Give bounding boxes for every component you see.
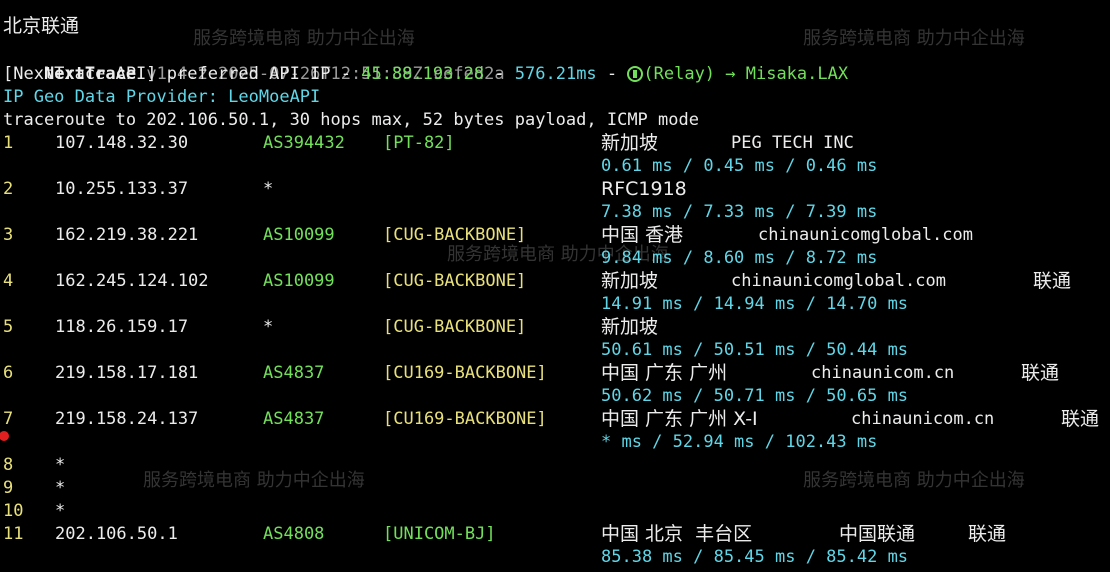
hop-row: 7 219.158.24.137 AS4837 [CU169-BACKBONE] 中国 …	[3, 408, 1107, 431]
hop-ip: 162.245.124.102	[55, 271, 209, 291]
hop-rtt: 50.61 ms / 50.51 ms / 50.44 ms	[601, 340, 909, 360]
hop-row: 1 107.148.32.30 AS394432 [PT-82] 新加坡 PEG TECH…	[3, 132, 1107, 155]
hop-rtt: 9.84 ms / 8.60 ms / 8.72 ms	[601, 248, 878, 268]
hop-number: 10	[3, 501, 24, 521]
hop-ip: *	[55, 478, 66, 498]
hop-row: 9 *	[3, 477, 1107, 500]
hop-isp: 联通	[968, 523, 1007, 545]
hop-rtt: 14.91 ms / 14.94 ms / 14.70 ms	[601, 294, 909, 314]
hop-number: 3	[3, 225, 14, 245]
separator-line: ----------------------------------------…	[3, 0, 842, 11]
hop-row: 2 10.255.133.37 * RFC1918	[3, 178, 1107, 201]
hop-tag: [CU169-BACKBONE]	[383, 409, 547, 429]
hop-asn: AS10099	[263, 225, 335, 245]
hop-number: 4	[3, 271, 14, 291]
hop-geo: 中国 广东 广州	[601, 362, 728, 384]
location-title: 北京联通	[3, 15, 80, 37]
hop-isp: 联通	[1021, 362, 1060, 384]
hop-asn: *	[263, 179, 274, 199]
hop-isp: 联通	[1033, 270, 1072, 292]
hop-rtt: * ms / 52.94 ms / 102.43 ms	[601, 432, 878, 452]
hop-rtt: 7.38 ms / 7.33 ms / 7.39 ms	[601, 202, 878, 222]
hop-number: 6	[3, 363, 14, 383]
hop-number: 9	[3, 478, 14, 498]
hop-geo: 新加坡	[601, 270, 659, 292]
hop-row: 3 162.219.38.221 AS10099 [CUG-BACKBONE] 中国 香…	[3, 224, 1107, 247]
hop-geo: RFC1918	[601, 178, 687, 200]
hop-rtt: 85.38 ms / 85.45 ms / 85.42 ms	[601, 547, 909, 567]
hop-ip: 219.158.17.181	[55, 363, 199, 383]
hop-isp: 联通	[1061, 408, 1100, 430]
hop-number: 8	[3, 455, 14, 475]
hop-number: 2	[3, 179, 14, 199]
red-dot-marker	[0, 431, 9, 441]
hop-ip: 162.219.38.221	[55, 225, 199, 245]
hop-row: 11 202.106.50.1 AS4808 [UNICOM-BJ] 中国 北京 丰台区…	[3, 523, 1107, 546]
hop-ip: 219.158.24.137	[55, 409, 199, 429]
api-dash: -	[484, 64, 515, 84]
api-dash2: -	[596, 64, 628, 84]
hop-ip: 118.26.159.17	[55, 317, 189, 337]
hop-asn: AS10099	[263, 271, 335, 291]
api-relay: (Relay) → Misaka.LAX	[643, 64, 849, 84]
hop-geo: 中国 北京 丰台区	[601, 523, 753, 545]
hop-tag: [CU169-BACKBONE]	[383, 363, 547, 383]
hop-geo: 中国 广东 广州 X-I	[601, 408, 758, 430]
hop-tag: [CUG-BACKBONE]	[383, 317, 527, 337]
hop-row: 10 *	[3, 500, 1107, 523]
hop-ip: *	[55, 501, 66, 521]
hop-row: 6 219.158.17.181 AS4837 [CU169-BACKBONE] 中国 …	[3, 362, 1107, 385]
hop-row: 4 162.245.124.102 AS10099 [CUG-BACKBONE] 新加坡…	[3, 270, 1107, 293]
hop-geo: 新加坡	[601, 132, 659, 154]
version-line: NextTrace v1.4.2 2025-07-26T12:51:39Z ce…	[3, 40, 505, 84]
hop-ip: *	[55, 455, 66, 475]
hop-ip: 107.148.32.30	[55, 133, 189, 153]
hop-tag: [CUG-BACKBONE]	[383, 271, 527, 291]
hop-ip: 10.255.133.37	[55, 179, 189, 199]
hop-number: 11	[3, 524, 24, 544]
hop-asn: AS4837	[263, 409, 325, 429]
relay-icon	[627, 66, 644, 82]
geo-provider-line: IP Geo Data Provider: LeoMoeAPI	[3, 87, 321, 107]
hop-tag: [UNICOM-BJ]	[383, 524, 496, 544]
hop-number: 7	[3, 409, 14, 429]
hop-asn: AS4808	[263, 524, 325, 544]
hop-asn: AS394432	[263, 133, 345, 153]
hop-geo: 中国 香港	[601, 224, 684, 246]
hop-number: 1	[3, 133, 14, 153]
api-latency: 576.21ms	[514, 64, 597, 84]
hop-org: chinaunicom.cn	[851, 409, 995, 429]
hop-row: 5 118.26.159.17 * [CUG-BACKBONE] 新加坡	[3, 316, 1107, 339]
traceroute-line: traceroute to 202.106.50.1, 30 hops max,…	[3, 110, 699, 130]
hop-geo: 新加坡	[601, 316, 659, 338]
hop-asn: AS4837	[263, 363, 325, 383]
hop-org: chinaunicomglobal.com	[758, 225, 973, 245]
hop-asn: *	[263, 317, 274, 337]
hop-tag: [CUG-BACKBONE]	[383, 225, 527, 245]
hop-ip: 202.106.50.1	[55, 524, 178, 544]
api-line: [NextTrace API] preferred API IP - 45.88…	[3, 63, 848, 86]
api-ip: 45.88.193.28	[361, 64, 485, 84]
hop-org: chinaunicom.cn	[811, 363, 955, 383]
hop-row: 8 *	[3, 454, 1107, 477]
api-label: [NextTrace API] preferred API IP -	[3, 64, 362, 84]
hop-org: 中国联通	[839, 523, 916, 545]
hop-number: 5	[3, 317, 14, 337]
hop-tag: [PT-82]	[383, 133, 455, 153]
hop-rtt: 50.62 ms / 50.71 ms / 50.65 ms	[601, 386, 909, 406]
watermark-text: 服务跨境电商 助力中企出海	[803, 28, 1025, 49]
hop-org: PEG TECH INC	[731, 133, 854, 153]
hop-rtt: 0.61 ms / 0.45 ms / 0.46 ms	[601, 156, 878, 176]
terminal-window[interactable]: 服务跨境电商 助力中企出海 服务跨境电商 助力中企出海 服务跨境电商 助力中企出…	[0, 0, 1107, 572]
hop-org: chinaunicomglobal.com	[731, 271, 946, 291]
